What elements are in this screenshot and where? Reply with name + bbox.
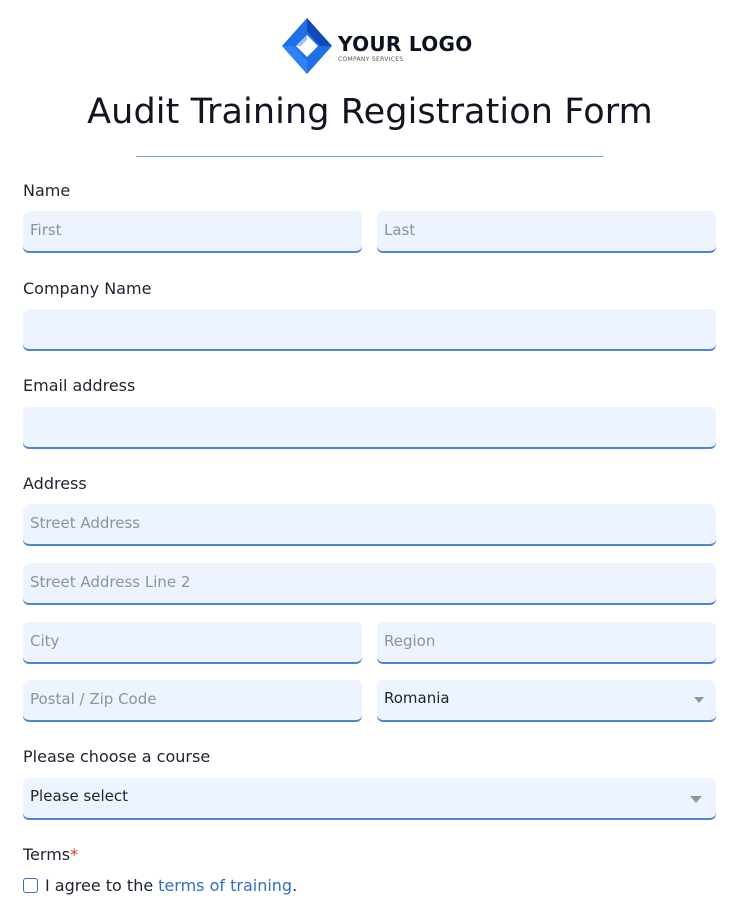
country-value: Romania <box>384 689 450 707</box>
company-name-input[interactable] <box>23 309 716 350</box>
course-label: Please choose a course <box>23 747 211 766</box>
terms-label-text: Terms <box>23 845 71 864</box>
terms-label: Terms* <box>23 845 78 864</box>
course-select[interactable]: Please select <box>23 778 716 819</box>
street-address-input[interactable]: Street Address <box>23 504 716 545</box>
chevron-down-icon <box>690 796 702 803</box>
city-placeholder: City <box>30 632 60 650</box>
page-title: Audit Training Registration Form <box>87 92 653 132</box>
street-address-placeholder: Street Address <box>30 514 141 532</box>
postal-code-input[interactable]: Postal / Zip Code <box>23 680 362 721</box>
first-name-input[interactable]: First <box>23 211 362 252</box>
company-logo: YOUR LOGO COMPANY SERVICES <box>280 16 473 76</box>
logo-subtitle: COMPANY SERVICES <box>338 55 404 63</box>
chevron-down-icon <box>694 697 704 703</box>
street-address-line2-input[interactable]: Street Address Line 2 <box>23 563 716 604</box>
region-input[interactable]: Region <box>377 622 716 663</box>
last-name-placeholder: Last <box>384 221 416 239</box>
city-input[interactable]: City <box>23 622 362 663</box>
street-address-line2-placeholder: Street Address Line 2 <box>30 573 191 591</box>
terms-agreement-row: I agree to the terms of training. <box>23 876 297 895</box>
first-name-placeholder: First <box>30 221 62 239</box>
email-input[interactable] <box>23 407 716 448</box>
terms-suffix: . <box>292 876 298 895</box>
name-label: Name <box>23 181 71 200</box>
terms-of-training-link[interactable]: terms of training <box>158 876 292 895</box>
country-select[interactable]: Romania <box>377 680 716 721</box>
company-name-label: Company Name <box>23 279 152 298</box>
logo-title: YOUR LOGO <box>338 31 473 56</box>
email-label: Email address <box>23 376 136 395</box>
course-value: Please select <box>30 787 129 805</box>
diamond-logo-icon <box>280 16 334 76</box>
postal-code-placeholder: Postal / Zip Code <box>30 690 157 708</box>
last-name-input[interactable]: Last <box>377 211 716 252</box>
required-asterisk: * <box>70 845 79 864</box>
title-divider <box>136 156 603 157</box>
region-placeholder: Region <box>384 632 436 650</box>
terms-checkbox[interactable] <box>23 878 38 893</box>
address-label: Address <box>23 474 87 493</box>
terms-agree-text: I agree to the <box>45 876 154 895</box>
